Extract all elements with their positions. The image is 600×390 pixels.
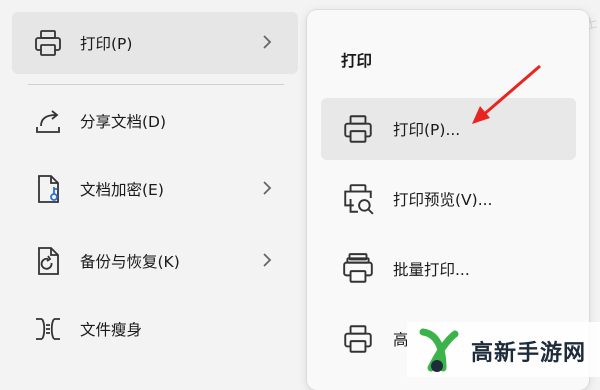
compress-file-icon [32, 313, 64, 345]
menu-item-label: 分享文档(D) [80, 113, 167, 131]
submenu-item-label: 打印预览(V)... [393, 191, 493, 209]
annotation-arrow-icon [472, 64, 541, 124]
menu-item-encrypt-document[interactable]: 文档加密(E) [12, 158, 298, 220]
printer-icon [341, 322, 375, 356]
menu-divider [28, 84, 284, 85]
printer-icon [32, 27, 64, 59]
submenu-item-label: 批量打印... [393, 261, 470, 279]
menu-item-label: 文件瘦身 [80, 321, 143, 339]
chevron-right-icon [260, 32, 274, 52]
submenu-title: 打印 [341, 52, 373, 70]
menu-item-share-document[interactable]: 分享文档(D) [12, 90, 298, 152]
encrypt-document-icon [32, 173, 64, 205]
print-preview-icon [341, 182, 375, 216]
menu-item-label: 文档加密(E) [80, 181, 164, 199]
menu-item-label: 打印(P) [80, 35, 133, 53]
menu-item-label: 备份与恢复(K) [80, 253, 180, 271]
logo-mark-icon [419, 328, 459, 372]
file-menu: 打印(P) 分享文档(D) 文档加密(E) 备份与恢复(K) 文件瘦身 [0, 0, 310, 377]
logo-text: 高新手游网 [471, 341, 587, 366]
chevron-right-icon [260, 178, 274, 198]
submenu-item-print-preview[interactable]: 打印预览(V)... [321, 168, 576, 230]
submenu-item-label: 打印(P)... [393, 121, 461, 139]
menu-item-compress-file[interactable]: 文件瘦身 [12, 298, 298, 360]
menu-item-backup-restore[interactable]: 备份与恢复(K) [12, 230, 298, 292]
batch-print-icon [341, 252, 375, 286]
submenu-item-batch-print[interactable]: 批量打印... [321, 238, 576, 300]
chevron-right-icon [260, 250, 274, 270]
site-logo: 高新手游网 [407, 322, 600, 377]
menu-item-print[interactable]: 打印(P) [12, 12, 298, 74]
share-icon [32, 105, 64, 137]
printer-icon [341, 112, 375, 146]
backup-restore-icon [32, 245, 64, 277]
